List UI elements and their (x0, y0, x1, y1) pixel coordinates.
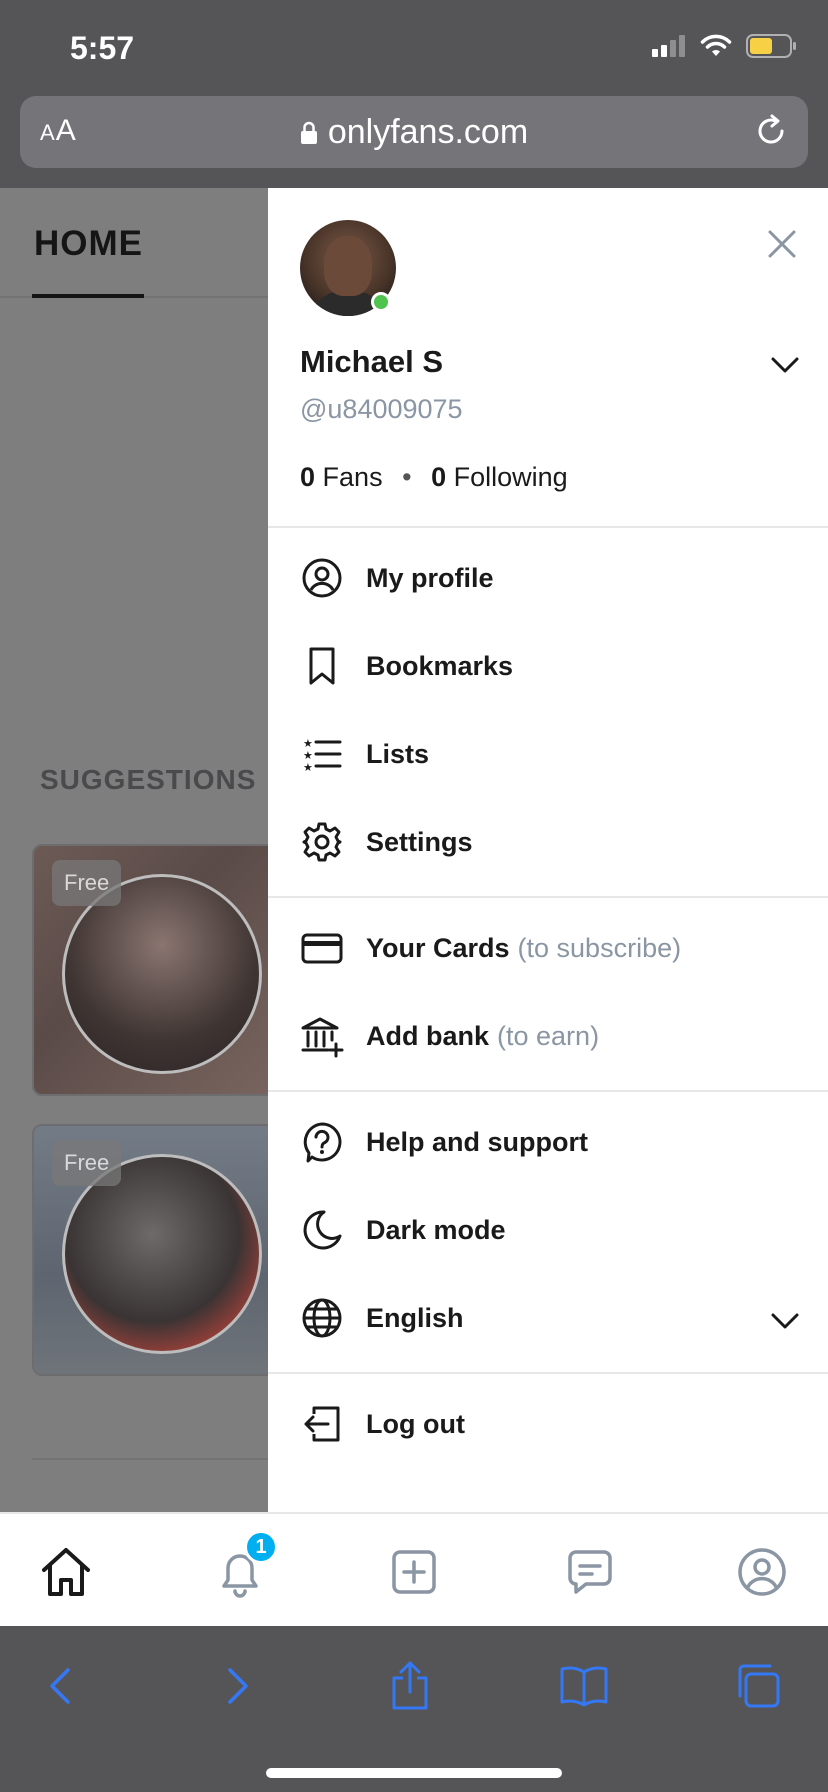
menu-label: My profile (366, 562, 494, 593)
divider (268, 1372, 828, 1374)
suggestion-card[interactable]: Free (32, 844, 292, 1096)
url-text: onlyfans.com (327, 113, 529, 151)
divider (268, 896, 828, 898)
online-status-dot (371, 292, 391, 312)
free-badge: Free (52, 1140, 122, 1186)
bookmark-icon (300, 644, 344, 688)
menu-item-language[interactable]: English (268, 1274, 828, 1362)
menu-item-add-bank[interactable]: Add bank (to earn) (268, 992, 828, 1080)
menu-label: Your Cards (366, 932, 510, 963)
menu-label: Bookmarks (366, 650, 514, 681)
bottom-nav: 1 (0, 1512, 828, 1626)
fans-label[interactable]: Fans (323, 462, 383, 492)
notification-badge: 1 (244, 1530, 278, 1564)
avatar-face (324, 236, 372, 296)
home-button[interactable] (36, 1542, 96, 1602)
home-indicator (266, 1768, 562, 1778)
menu-label: Help and support (366, 1126, 588, 1157)
user-circle-icon (300, 556, 344, 600)
tab-home[interactable]: HOME (34, 224, 143, 264)
battery-icon (746, 34, 796, 58)
menu-item-lists[interactable]: ★ ★ ★ Lists (268, 710, 828, 798)
reload-icon[interactable] (752, 112, 790, 150)
separator-dot: • (402, 462, 412, 492)
profile-stats: 0 Fans • 0 Following (300, 462, 568, 493)
help-icon (300, 1120, 344, 1164)
status-bar: 5:57 (0, 0, 828, 96)
menu-sublabel: (to subscribe) (517, 932, 682, 963)
messages-button[interactable] (560, 1542, 620, 1602)
status-icons (652, 34, 798, 58)
divider (268, 1090, 828, 1092)
bank-icon (300, 1014, 344, 1058)
plus-square-icon (392, 1550, 436, 1594)
menu-label: Lists (366, 738, 430, 769)
side-menu-drawer: Michael S @u84009075 0 Fans • 0 Followin… (268, 188, 828, 1512)
url-display[interactable]: onlyfans.com (20, 113, 808, 152)
menu-item-bookmarks[interactable]: Bookmarks (268, 622, 828, 710)
menu-item-dark-mode[interactable]: Dark mode (268, 1186, 828, 1274)
chevron-left-icon (50, 1668, 70, 1704)
tab-active-underline (32, 294, 144, 298)
profile-handle: @u84009075 (300, 394, 463, 424)
menu-label: Add bank (366, 1020, 490, 1051)
menu-label: Dark mode (366, 1214, 506, 1245)
back-button[interactable] (34, 1658, 90, 1714)
chevron-right-icon (228, 1668, 248, 1704)
bookmarks-button[interactable] (556, 1658, 612, 1714)
divider (268, 526, 828, 528)
profile-name[interactable]: Michael S (300, 344, 443, 380)
wifi-icon (700, 34, 732, 56)
new-post-button[interactable] (384, 1542, 444, 1602)
browser-toolbar (0, 1626, 828, 1792)
following-count: 0 (431, 462, 447, 492)
message-icon (568, 1550, 612, 1594)
book-icon (560, 1666, 608, 1707)
menu-item-help[interactable]: Help and support (268, 1098, 828, 1186)
status-time: 5:57 (70, 30, 135, 66)
share-icon (392, 1661, 428, 1710)
logout-icon (300, 1402, 344, 1446)
free-badge: Free (52, 860, 122, 906)
globe-icon (300, 1296, 344, 1340)
moon-icon (300, 1208, 344, 1252)
following-label[interactable]: Following (454, 462, 568, 492)
menu-sublabel: (to earn) (497, 1020, 600, 1051)
address-bar[interactable]: AA onlyfans.com (20, 96, 808, 168)
gear-icon (300, 820, 344, 864)
home-icon (42, 1548, 90, 1596)
suggestions-title: SUGGESTIONS (40, 764, 257, 795)
svg-text:★: ★ (303, 761, 313, 774)
list-icon: ★ ★ ★ (300, 732, 344, 776)
menu-label: Log out (366, 1408, 465, 1439)
forward-button[interactable] (208, 1658, 264, 1714)
share-button[interactable] (382, 1658, 438, 1714)
menu-item-your-cards[interactable]: Your Cards (to subscribe) (268, 904, 828, 992)
user-circle-icon (738, 1548, 786, 1596)
tabs-icon (738, 1664, 780, 1708)
lock-icon (300, 121, 317, 144)
signal-icon (652, 35, 685, 57)
chevron-down-icon (771, 1313, 799, 1329)
suggestion-card[interactable]: Free (32, 1124, 292, 1376)
menu-label: English (366, 1302, 464, 1333)
menu-label: Settings (366, 826, 473, 857)
profile-button[interactable] (732, 1542, 792, 1602)
menu-item-my-profile[interactable]: My profile (268, 534, 828, 622)
menu-item-settings[interactable]: Settings (268, 798, 828, 886)
fans-count: 0 (300, 462, 316, 492)
close-icon[interactable] (762, 224, 802, 264)
divider (32, 1458, 292, 1460)
credit-card-icon (300, 926, 344, 970)
menu-item-logout[interactable]: Log out (268, 1380, 828, 1468)
tabs-button[interactable] (730, 1658, 786, 1714)
chevron-down-icon[interactable] (768, 348, 802, 382)
